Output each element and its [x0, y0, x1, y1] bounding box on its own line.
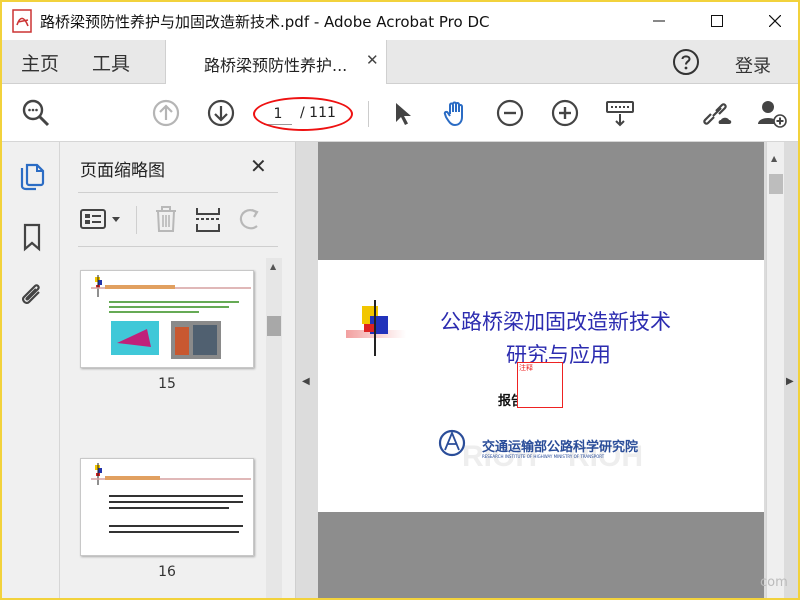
document-view: ◀ RIOH RIOH 公路桥梁加固改造新技术 研究与应用 报告 注释 交通运输… [296, 142, 798, 598]
acrobat-window: 路桥梁预防性养护与加固改造新技术.pdf - Adobe Acrobat Pro… [0, 0, 800, 600]
thumbnail-page-preview [91, 275, 251, 359]
thumbnail-page-15[interactable] [80, 270, 254, 368]
scroll-up-arrow-icon[interactable]: ▲ [771, 154, 777, 163]
minimize-icon [653, 20, 665, 22]
select-arrow-icon[interactable] [386, 97, 418, 129]
institute-logo-text: 交通运输部公路科学研究院 [482, 440, 639, 455]
next-page-icon[interactable] [205, 97, 237, 129]
title-bar: 路桥梁预防性养护与加固改造新技术.pdf - Adobe Acrobat Pro… [2, 2, 798, 40]
annotation-label: 注释 [519, 364, 533, 372]
tab-home[interactable]: 主页 [21, 49, 59, 76]
panel-close-icon[interactable]: ✕ [250, 154, 267, 178]
window-title: 路桥梁预防性养护与加固改造新技术.pdf - Adobe Acrobat Pro… [40, 13, 490, 31]
toolbar-separator [368, 101, 369, 127]
prev-page-icon[interactable] [150, 97, 182, 129]
page-thumbnails-panel: 页面缩略图 ✕ 15 16 ▲ [60, 142, 296, 598]
maximize-button[interactable] [694, 2, 740, 40]
search-zoom-icon[interactable] [20, 97, 52, 129]
redaction-annotation-box[interactable]: 注释 [517, 362, 563, 408]
tab-bar: 主页 工具 路桥梁预防性养护... ✕ 登录 [2, 40, 798, 84]
attachments-icon[interactable] [18, 278, 46, 308]
document-scrollbar[interactable]: ▲ [766, 142, 784, 598]
thumbnail-page-number: 15 [158, 376, 176, 392]
slide-title-line1: 公路桥梁加固改造新技术 [440, 310, 671, 334]
toolbar-separator [136, 206, 137, 234]
close-button[interactable] [752, 2, 798, 40]
toolbar: / 111 [2, 84, 798, 142]
rotate-page-icon[interactable] [236, 204, 264, 234]
close-icon [769, 15, 781, 27]
bookmarks-icon[interactable] [18, 222, 46, 252]
extract-page-icon[interactable] [194, 204, 222, 234]
watermark-text: com [760, 575, 788, 590]
thumbnail-page-16[interactable] [80, 458, 254, 556]
thumbnail-options-icon[interactable] [80, 208, 124, 232]
acrobat-app-icon [12, 9, 32, 33]
scroll-up-arrow-icon[interactable]: ▲ [270, 262, 276, 271]
document-tab-close-icon[interactable]: ✕ [366, 51, 379, 69]
institute-logo-subtext: RESEARCH INSTITUTE OF HIGHWAY MINISTRY O… [482, 454, 605, 459]
zoom-in-icon[interactable] [549, 97, 581, 129]
thumbnail-page-number: 16 [158, 564, 176, 580]
share-link-icon[interactable] [702, 97, 734, 129]
maximize-icon [711, 15, 723, 27]
delete-page-icon[interactable] [152, 204, 180, 234]
left-navigation-rail [2, 142, 60, 598]
minimize-button[interactable] [636, 2, 682, 40]
document-page: RIOH RIOH 公路桥梁加固改造新技术 研究与应用 报告 荣永 注释 交通运… [318, 260, 764, 512]
page-number-highlight-annotation [253, 97, 353, 131]
keyboard-scroll-icon[interactable] [604, 97, 636, 129]
hand-tool-icon[interactable] [440, 97, 472, 129]
panel-divider [78, 192, 278, 193]
login-button[interactable]: 登录 [735, 52, 771, 78]
document-tab[interactable]: 路桥梁预防性养护... ✕ [165, 40, 387, 84]
tab-tools[interactable]: 工具 [92, 49, 130, 76]
panel-title: 页面缩略图 [80, 161, 165, 181]
panel-divider [78, 246, 278, 247]
thumbnail-scrollbar[interactable]: ▲ [266, 258, 282, 598]
scrollbar-thumb[interactable] [769, 174, 783, 194]
help-icon[interactable] [672, 48, 700, 76]
scrollbar-thumb[interactable] [267, 316, 281, 336]
zoom-out-icon[interactable] [494, 97, 526, 129]
thumbnail-toolbar [78, 200, 278, 240]
page-thumbnails-icon[interactable] [18, 162, 46, 192]
document-tab-label: 路桥梁预防性养护... [204, 56, 348, 75]
thumbnail-page-preview [91, 463, 251, 533]
collapse-right-pane-icon[interactable]: ▶ [786, 376, 794, 387]
collapse-left-pane-icon[interactable]: ◀ [302, 376, 310, 387]
add-user-icon[interactable] [756, 97, 788, 129]
